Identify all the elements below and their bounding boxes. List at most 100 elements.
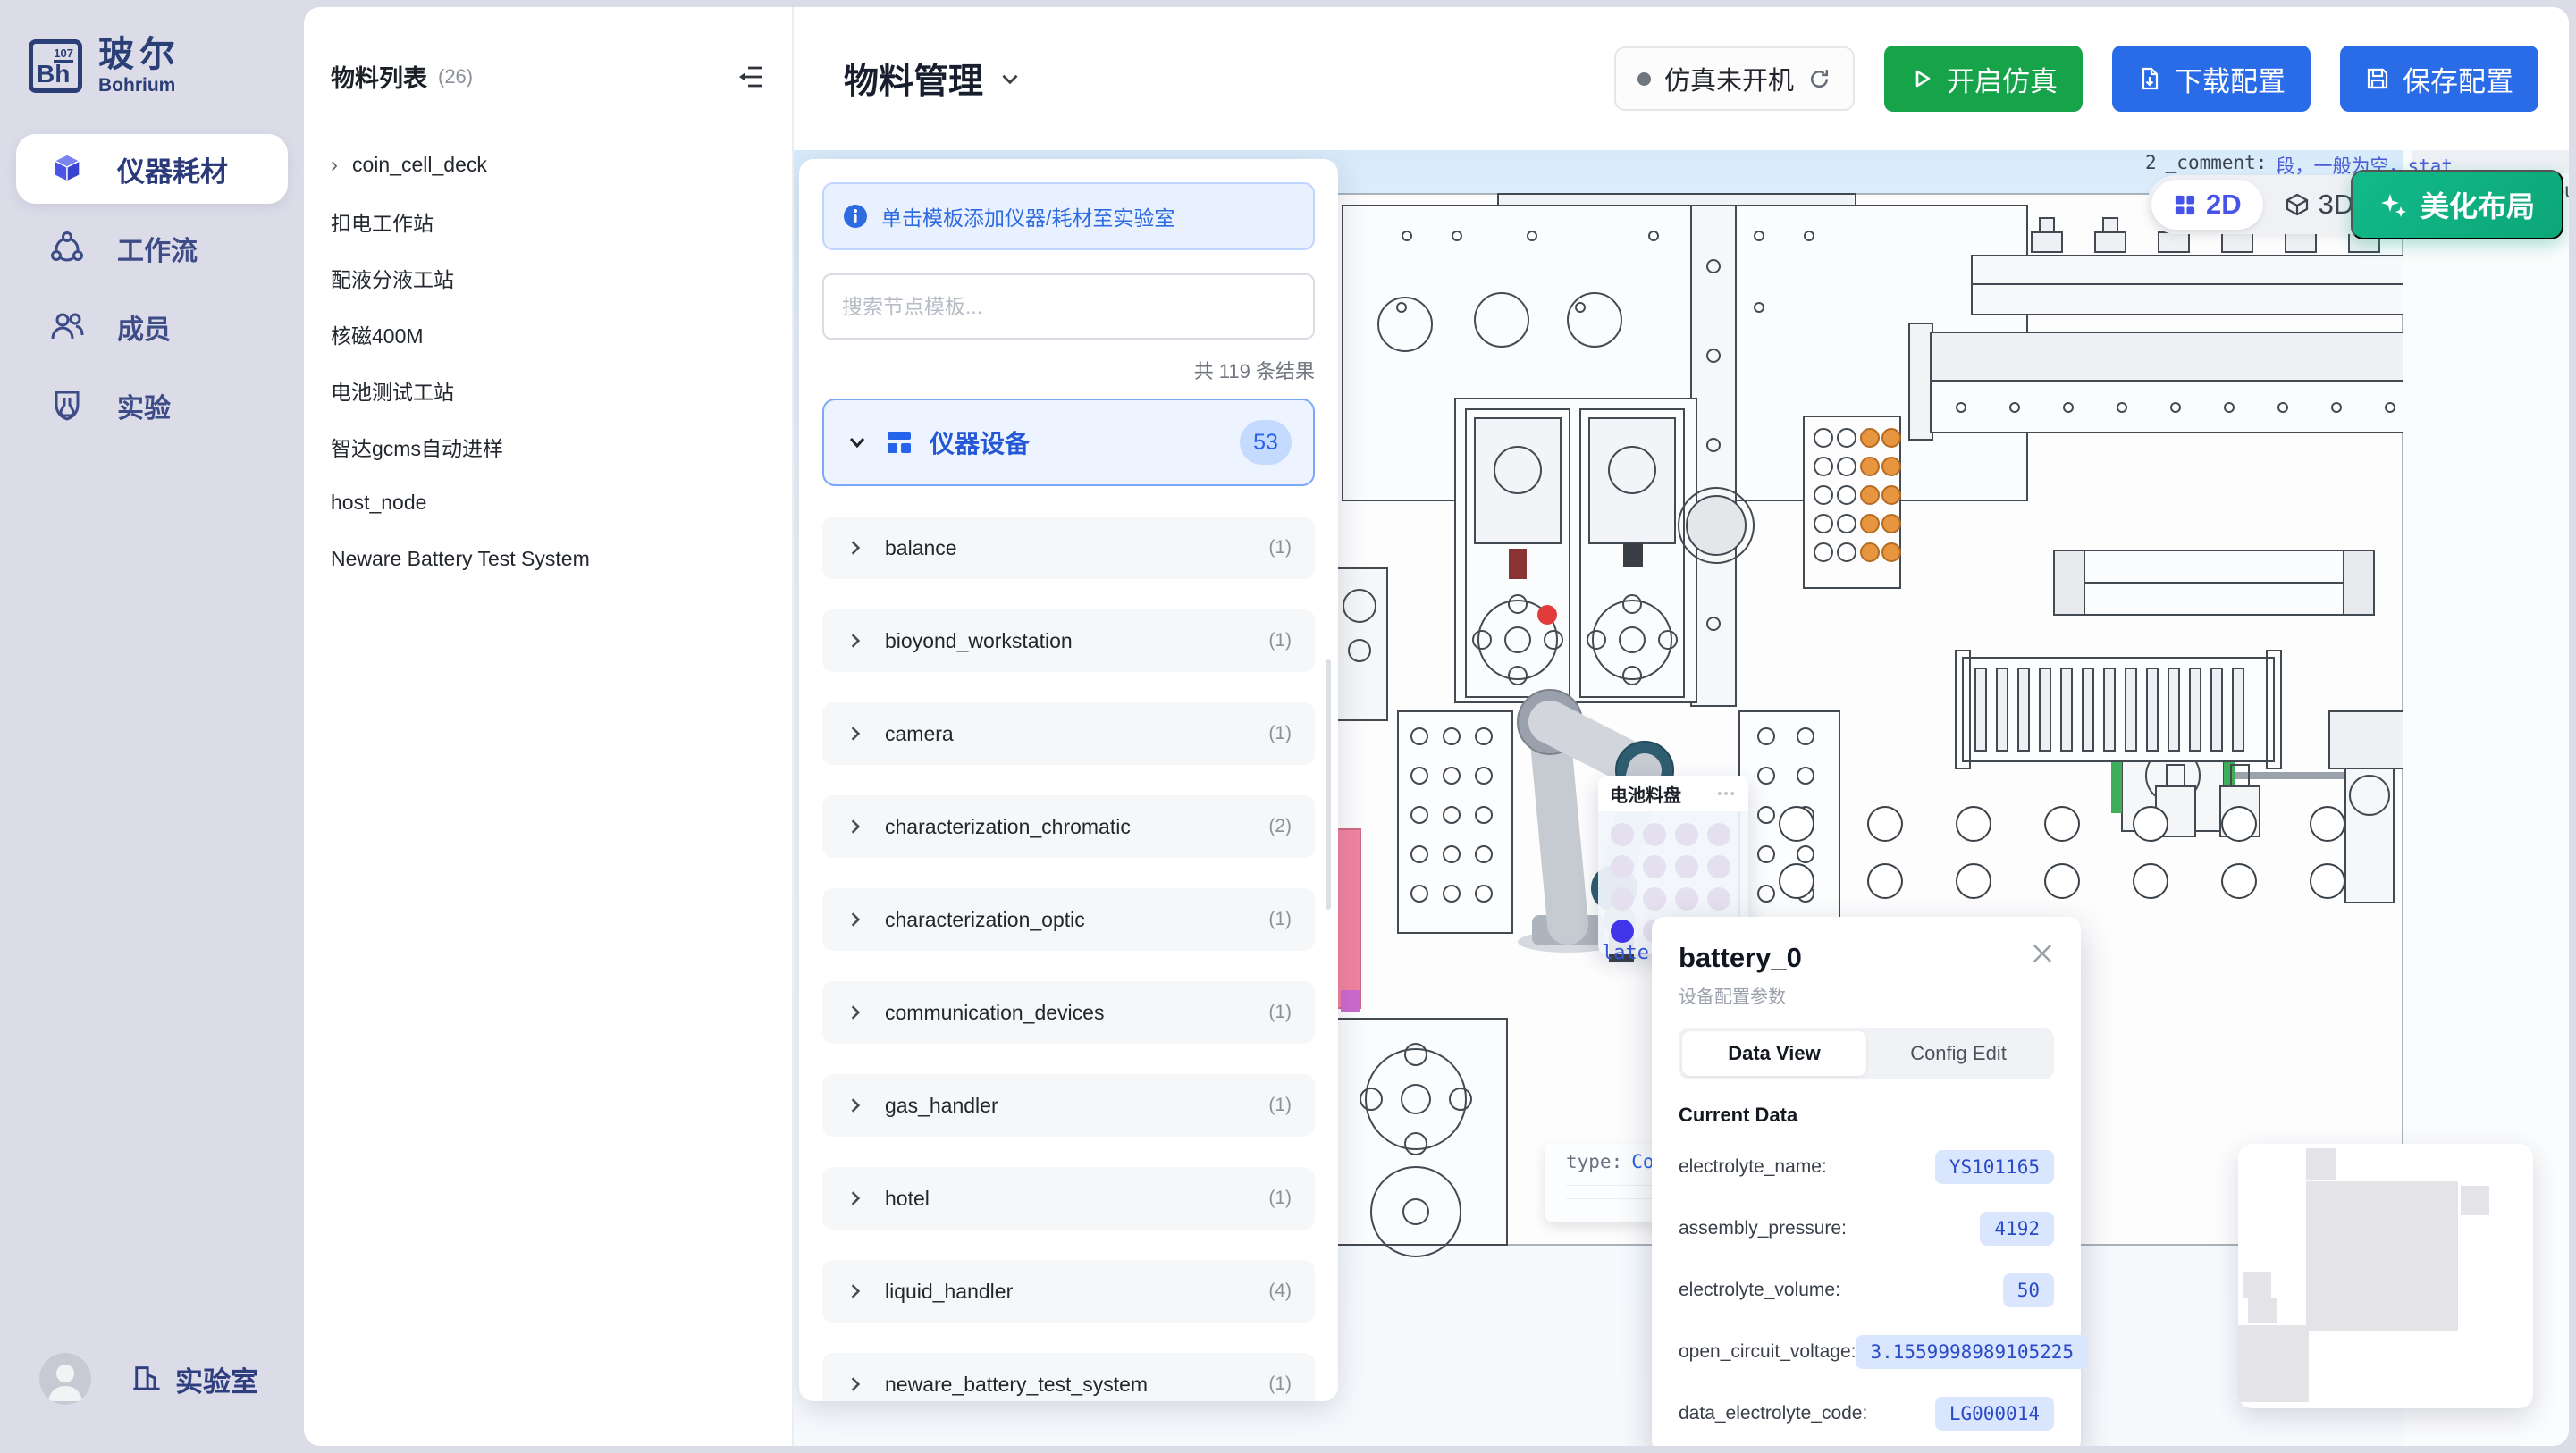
tray-slot[interactable] xyxy=(1643,887,1666,911)
material-row[interactable]: 配液分液工站 xyxy=(331,249,765,306)
material-row[interactable]: Neware Battery Test System xyxy=(331,531,765,587)
close-icon[interactable] xyxy=(2029,940,2056,967)
field-value: 4192 xyxy=(1980,1212,2054,1246)
material-row[interactable]: › coin_cell_deck xyxy=(331,137,765,193)
lab-switcher[interactable]: 实验室 xyxy=(130,1359,258,1399)
template-item-count: (1) xyxy=(1268,1002,1292,1023)
sidebar-item-experiments[interactable]: 实验 xyxy=(0,366,304,445)
tray-slot[interactable] xyxy=(1611,823,1634,846)
material-row[interactable]: 扣电工作站 xyxy=(331,193,765,249)
template-item-label: hotel xyxy=(885,1187,1249,1211)
tray-slot[interactable] xyxy=(1643,855,1666,878)
tray-slot[interactable] xyxy=(1675,823,1698,846)
template-search-input[interactable] xyxy=(822,273,1315,340)
user-avatar[interactable] xyxy=(39,1353,91,1405)
popup-section-title: Current Data xyxy=(1679,1104,2054,1127)
template-item-count: (1) xyxy=(1268,1188,1292,1209)
category-count-badge: 53 xyxy=(1240,420,1292,465)
tab-config-edit[interactable]: Config Edit xyxy=(1866,1031,2050,1076)
material-label: 核磁400M xyxy=(331,319,424,349)
toggle-2d[interactable]: 2D xyxy=(2151,180,2263,230)
tray-slot-selected[interactable] xyxy=(1611,920,1634,943)
chevron-right-icon xyxy=(846,1281,865,1301)
collapse-list-icon[interactable] xyxy=(737,63,765,91)
tray-slot[interactable] xyxy=(1611,887,1634,911)
app-title: 玻尔 xyxy=(98,36,181,73)
template-item[interactable]: characterization_chromatic (2) xyxy=(822,795,1315,858)
refresh-icon[interactable] xyxy=(1807,67,1831,91)
tray-menu-icon[interactable]: ••• xyxy=(1717,786,1737,802)
sidebar-item-workflow[interactable]: 工作流 xyxy=(0,209,304,288)
template-item-label: neware_battery_test_system xyxy=(885,1373,1249,1397)
save-config-label: 保存配置 xyxy=(2403,59,2513,99)
field-row: data_electrolyte_code: LG000014 xyxy=(1679,1392,2054,1435)
material-row[interactable]: 智达gcms自动进样 xyxy=(331,418,765,475)
template-item[interactable]: bioyond_workstation (1) xyxy=(822,609,1315,672)
tray-slot[interactable] xyxy=(1675,855,1698,878)
material-row[interactable]: host_node xyxy=(331,475,765,531)
template-item[interactable]: communication_devices (1) xyxy=(822,981,1315,1044)
hint-text: 单击模板添加仪器/耗材至实验室 xyxy=(881,201,1174,231)
field-row: open_circuit_voltage: 3.1559998989105225 xyxy=(1679,1331,2054,1373)
template-item[interactable]: hotel (1) xyxy=(822,1167,1315,1230)
materials-title: 物料列表 xyxy=(331,59,427,94)
status-dot xyxy=(1637,72,1651,86)
category-instruments[interactable]: 仪器设备 53 xyxy=(822,399,1315,486)
template-item[interactable]: gas_handler (1) xyxy=(822,1074,1315,1137)
layout-grid-icon xyxy=(885,428,913,457)
template-item[interactable]: balance (1) xyxy=(822,517,1315,579)
status-label: 仿真未开机 xyxy=(1664,60,1794,97)
template-item[interactable]: camera (1) xyxy=(822,702,1315,765)
download-config-button[interactable]: 下载配置 xyxy=(2112,46,2311,112)
field-value: 3.1559998989105225 xyxy=(1856,1335,2088,1369)
template-item-count: (1) xyxy=(1268,1373,1292,1395)
template-item-label: camera xyxy=(885,722,1249,746)
scrollbar[interactable] xyxy=(1326,659,1331,910)
page-title[interactable]: 物料管理 xyxy=(844,54,1023,104)
tray-slot[interactable] xyxy=(1643,823,1666,846)
template-item[interactable]: characterization_optic (1) xyxy=(822,888,1315,951)
field-label: open_circuit_voltage: xyxy=(1679,1341,1856,1363)
sidebar-item-label: 成员 xyxy=(117,307,171,347)
device-config-popup: battery_0 设备配置参数 Data View Config Edit C… xyxy=(1652,917,2081,1446)
simulation-status-pill[interactable]: 仿真未开机 xyxy=(1614,46,1855,111)
tray-slot[interactable] xyxy=(1707,887,1730,911)
sidebar-item-instruments[interactable]: 仪器耗材 xyxy=(16,134,288,204)
tray-slot[interactable] xyxy=(1675,887,1698,911)
tray-slot[interactable] xyxy=(1707,823,1730,846)
field-label: electrolyte_volume: xyxy=(1679,1280,1840,1301)
template-item-label: characterization_optic xyxy=(885,908,1249,932)
materials-list: › coin_cell_deck 扣电工作站 配液分液工站 核磁400M xyxy=(331,137,765,587)
field-value: LG000014 xyxy=(1935,1397,2054,1431)
type-key: type: xyxy=(1566,1151,1622,1172)
template-item[interactable]: neware_battery_test_system (1) xyxy=(822,1353,1315,1401)
field-row: assembly_pressure: 4192 xyxy=(1679,1207,2054,1250)
template-item-count: (1) xyxy=(1268,1095,1292,1116)
result-count: 共 119 条结果 xyxy=(822,356,1315,384)
chevron-right-icon xyxy=(846,910,865,929)
material-label: 智达gcms自动进样 xyxy=(331,432,503,462)
material-row[interactable]: 电池测试工站 xyxy=(331,362,765,418)
tray-slot[interactable] xyxy=(1611,855,1634,878)
sparkles-icon xyxy=(2379,190,2408,219)
chevron-right-icon xyxy=(846,1374,865,1394)
material-row[interactable]: 核磁400M xyxy=(331,306,765,362)
sidebar-item-members[interactable]: 成员 xyxy=(0,288,304,366)
material-label: 电池测试工站 xyxy=(331,375,454,406)
toggle-3d-label: 3D xyxy=(2319,189,2354,221)
minimap[interactable] xyxy=(2238,1144,2533,1408)
layout-canvas[interactable]: esou 2 _comment: 段，一般为空，stat 法化固定 2D xyxy=(794,150,2569,1446)
template-item-count: (1) xyxy=(1268,537,1292,559)
popup-title: battery_0 xyxy=(1679,942,2054,974)
tray-slot[interactable] xyxy=(1707,855,1730,878)
template-item-count: (1) xyxy=(1268,909,1292,930)
chevron-right-icon xyxy=(846,1188,865,1208)
start-simulation-button[interactable]: 开启仿真 xyxy=(1884,46,2083,112)
building-icon xyxy=(130,1363,163,1395)
tab-data-view[interactable]: Data View xyxy=(1682,1031,1866,1076)
play-icon xyxy=(1909,66,1934,91)
beautify-layout-button[interactable]: 美化布局 xyxy=(2351,170,2563,239)
save-config-button[interactable]: 保存配置 xyxy=(2340,46,2538,112)
cube-icon xyxy=(49,151,85,187)
template-item[interactable]: liquid_handler (4) xyxy=(822,1260,1315,1323)
